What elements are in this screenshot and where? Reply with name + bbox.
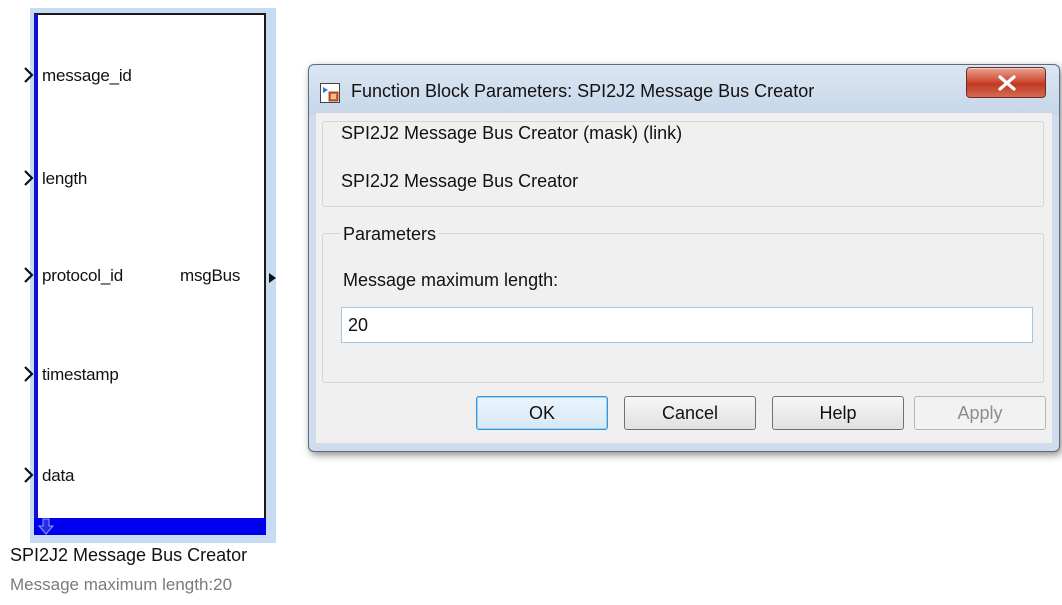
- output-port-label-msgbus: msgBus: [180, 266, 241, 285]
- input-port-label-length: length: [42, 169, 88, 188]
- function-block-parameters-dialog: Function Block Parameters: SPI2J2 Messag…: [308, 64, 1060, 452]
- down-arrow-icon: [38, 518, 54, 535]
- message-max-length-input[interactable]: [341, 307, 1033, 343]
- block-name[interactable]: SPI2J2 Message Bus Creator: [10, 545, 247, 566]
- output-port-arrow-icon[interactable]: [268, 272, 278, 284]
- message-max-length-label: Message maximum length:: [343, 270, 559, 290]
- dialog-title: Function Block Parameters: SPI2J2 Messag…: [351, 81, 815, 101]
- close-button[interactable]: [966, 67, 1046, 98]
- ok-button[interactable]: OK: [476, 396, 608, 430]
- input-port-arrow-icon[interactable]: [24, 267, 34, 283]
- close-x-icon: [998, 75, 1016, 91]
- input-port-arrow-icon[interactable]: [24, 467, 34, 483]
- input-port-label-message-id: message_id: [42, 66, 132, 85]
- block-bottom-bar: [34, 518, 266, 535]
- help-button[interactable]: Help: [772, 396, 904, 430]
- input-port-arrow-icon[interactable]: [24, 170, 34, 186]
- dialog-titlebar[interactable]: Function Block Parameters: SPI2J2 Messag…: [309, 65, 1059, 115]
- apply-button: Apply: [914, 396, 1046, 430]
- description-text: SPI2J2 Message Bus Creator: [341, 171, 579, 191]
- input-port-arrow-icon[interactable]: [24, 67, 34, 83]
- input-port-label-protocol-id: protocol_id: [42, 266, 123, 285]
- input-port-arrow-icon[interactable]: [24, 366, 34, 382]
- dialog-content: SPI2J2 Message Bus Creator (mask) (link)…: [316, 113, 1052, 443]
- input-port-label-timestamp: timestamp: [42, 365, 119, 384]
- description-group-title: SPI2J2 Message Bus Creator (mask) (link): [338, 123, 686, 144]
- block-annotation: Message maximum length:20: [10, 575, 233, 594]
- simulink-block-icon: [320, 83, 340, 103]
- cancel-button[interactable]: Cancel: [624, 396, 756, 430]
- parameters-group-title: Parameters: [340, 224, 440, 245]
- input-port-label-data: data: [42, 466, 75, 485]
